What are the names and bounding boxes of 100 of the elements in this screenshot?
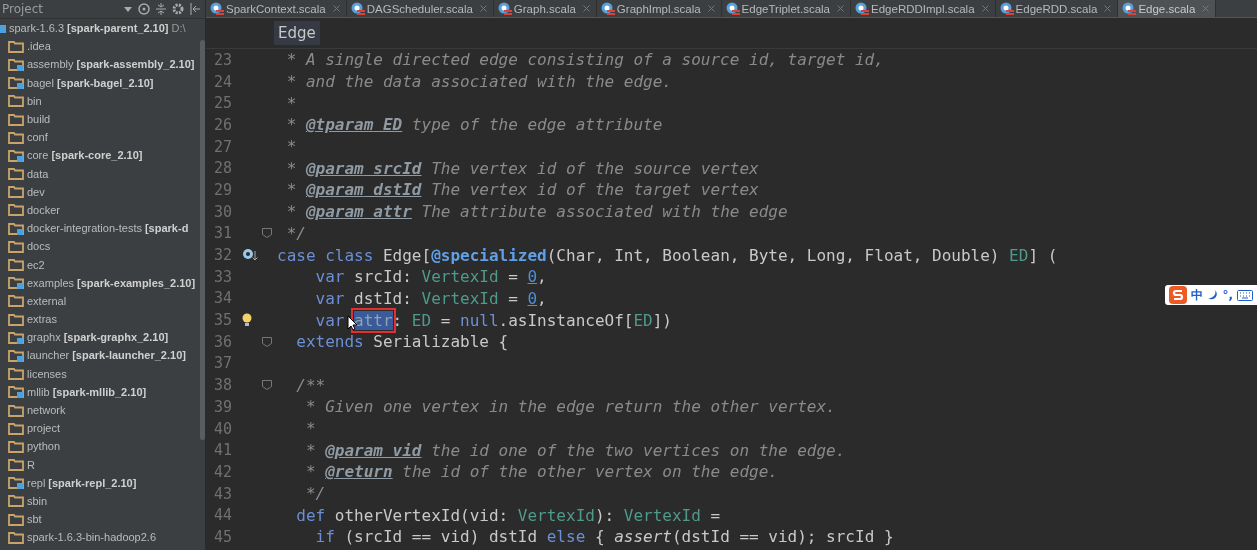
code-line: *	[304, 419, 316, 439]
line-number: 37	[212, 354, 232, 373]
close-icon[interactable]	[707, 5, 715, 12]
tree-item[interactable]: repl [spark-repl_2.10]	[0, 473, 137, 492]
tree-item[interactable]: mllib [spark-mllib_2.10]	[0, 382, 147, 401]
folder-icon	[8, 458, 24, 472]
fold-marker-icon[interactable]	[262, 228, 272, 239]
tree-item[interactable]: licenses	[0, 364, 67, 383]
file-tab[interactable]: Edge.scala	[1118, 0, 1217, 17]
close-icon[interactable]	[1104, 5, 1112, 12]
fold-marker-icon[interactable]	[262, 336, 272, 347]
input-method-logo-icon[interactable]	[1169, 286, 1188, 304]
scrollbar-thumb[interactable]	[200, 40, 205, 440]
folder-name: conf	[27, 131, 48, 144]
tree-item[interactable]: data	[0, 164, 49, 183]
tree-item[interactable]: launcher [spark-launcher_2.10]	[0, 346, 186, 365]
tree-item[interactable]: build	[0, 109, 51, 129]
folder-name: core	[27, 149, 49, 162]
folder-icon	[8, 367, 24, 381]
tree-item[interactable]: docker	[0, 200, 61, 220]
fold-marker-icon[interactable]	[262, 380, 272, 391]
tree-item[interactable]: external	[0, 291, 67, 310]
module-name: [spark-core_2.10]	[51, 149, 143, 162]
close-icon[interactable]	[837, 5, 845, 12]
module-name: [spark-examples_2.10]	[77, 276, 196, 289]
folder-icon	[8, 439, 24, 453]
breadcrumb[interactable]: Edge	[274, 21, 320, 45]
folder-name: R	[27, 458, 35, 471]
input-mode[interactable]: 中	[1191, 286, 1204, 304]
folder-icon	[8, 39, 24, 53]
scala-file-icon	[497, 1, 512, 16]
tree-item[interactable]: core [spark-core_2.10]	[0, 146, 143, 165]
tree-item[interactable]: spark-1.6.3 [spark-parent_2.10] D:\	[0, 19, 186, 38]
tree-item[interactable]: bagel [spark-bagel_2.10]	[0, 73, 154, 92]
tree-item[interactable]: assembly [spark-assembly_2.10]	[0, 55, 195, 74]
collapse-icon[interactable]	[156, 3, 166, 15]
tree-item[interactable]: bin	[0, 91, 42, 110]
override-marker-icon[interactable]	[242, 248, 258, 263]
line-number: 25	[212, 94, 232, 113]
line-number: 29	[212, 180, 232, 199]
close-icon[interactable]	[332, 5, 340, 12]
folder-name: docker	[27, 203, 61, 216]
module-folder-icon	[8, 221, 24, 235]
folder-name: dev	[27, 185, 45, 198]
tree-item[interactable]: conf	[0, 128, 48, 147]
tree-item[interactable]: .idea	[0, 37, 51, 56]
line-number: 39	[212, 397, 232, 416]
code-line: *	[285, 93, 297, 113]
tree-item[interactable]: project	[0, 419, 61, 438]
punctuation-mode[interactable]: °,	[1222, 288, 1233, 302]
tree-item[interactable]: graphx [spark-graphx_2.10]	[0, 328, 169, 347]
line-number: 26	[212, 115, 232, 134]
project-name: spark-1.6.3	[9, 22, 65, 35]
folder-name: python	[27, 440, 61, 453]
moon-icon[interactable]	[1207, 289, 1219, 301]
tree-item[interactable]: spark-1.6.3-bin-hadoop2.6	[0, 528, 157, 547]
close-icon[interactable]	[479, 5, 487, 12]
line-number: 45	[212, 527, 232, 546]
target-icon[interactable]	[138, 3, 150, 15]
close-icon[interactable]	[981, 5, 989, 12]
folder-icon	[8, 403, 24, 417]
line-number: 32	[212, 246, 232, 265]
module-folder-icon	[8, 476, 24, 490]
code-line: * @param dstId The vertex id of the target vertex	[285, 180, 759, 200]
scala-file-icon	[725, 1, 740, 16]
module-folder-icon	[8, 57, 24, 71]
module-name: [spark-graphx_2.10]	[63, 331, 169, 344]
code-line: var srcId: VertexId = 0,	[314, 267, 547, 287]
module-name: [spark-parent_2.10]	[67, 22, 169, 35]
tree-item[interactable]: sbin	[0, 491, 48, 511]
module-folder-icon	[8, 385, 24, 399]
code-line: */	[285, 223, 306, 243]
keyboard-icon[interactable]	[1237, 289, 1253, 301]
tree-item[interactable]: python	[0, 437, 61, 456]
folder-icon	[8, 112, 24, 126]
tree-item[interactable]: extras	[0, 310, 57, 329]
tree-item[interactable]: ec2	[0, 255, 45, 274]
code-line: * @return the id of the other vertex on the edge.	[304, 462, 778, 482]
scala-file-icon	[999, 1, 1014, 16]
line-number: 40	[212, 419, 232, 438]
hide-panel-icon[interactable]	[190, 3, 201, 15]
caret-icon[interactable]	[124, 6, 132, 12]
folder-name: graphx	[27, 331, 61, 344]
tree-item[interactable]: R	[0, 455, 35, 474]
tree-item[interactable]: sbt	[0, 510, 42, 529]
scala-file-icon	[350, 1, 365, 16]
folder-icon	[8, 167, 24, 181]
tree-item[interactable]: docker-integration-tests [spark-d	[0, 219, 189, 238]
lightbulb-icon[interactable]	[242, 313, 252, 328]
module-folder-icon	[8, 76, 24, 90]
folder-name: spark-1.6.3-bin-hadoop2.6	[27, 531, 157, 544]
module-folder-icon	[8, 276, 24, 290]
tree-item[interactable]: examples [spark-examples_2.10]	[0, 273, 196, 292]
close-icon[interactable]	[1202, 5, 1210, 12]
code-line: extends Serializable {	[295, 332, 509, 352]
close-icon[interactable]	[582, 5, 590, 12]
tree-item[interactable]: network	[0, 400, 66, 420]
tree-item[interactable]: dev	[0, 182, 45, 201]
tree-item[interactable]: docs	[0, 237, 51, 256]
gear-icon[interactable]	[172, 3, 184, 15]
